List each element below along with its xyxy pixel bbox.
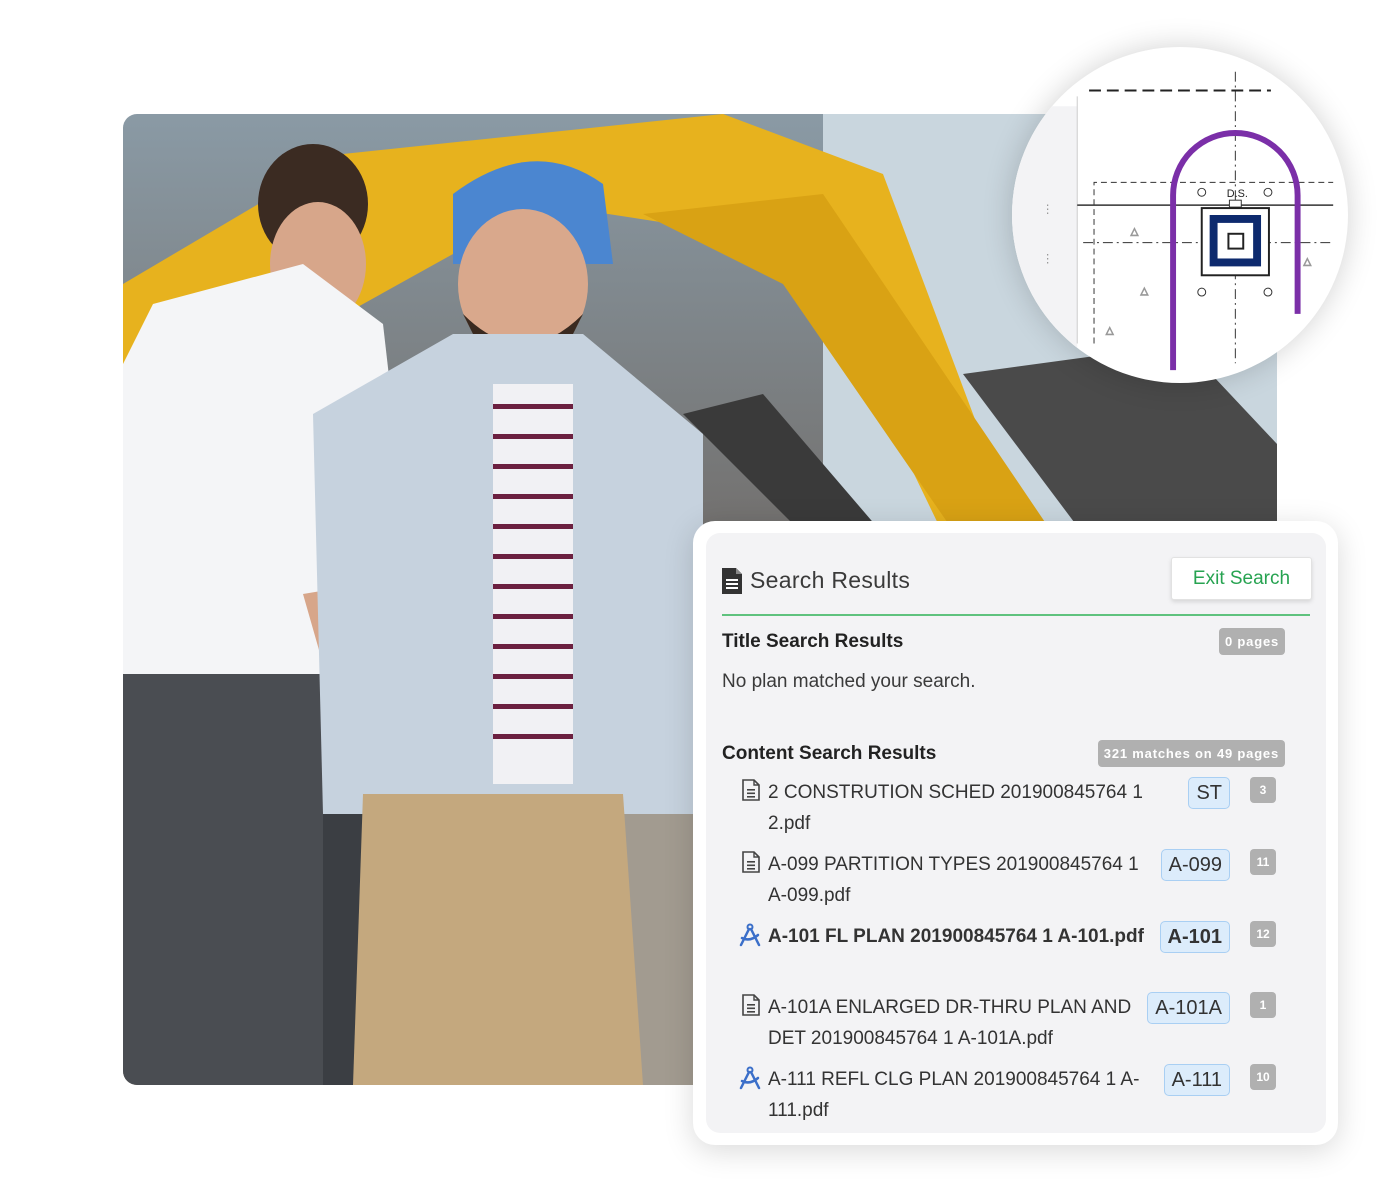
drafting-compass-icon <box>738 1066 762 1095</box>
document-icon <box>742 994 760 1021</box>
sheet-tag[interactable]: A-101 <box>1159 921 1230 953</box>
header-divider <box>722 614 1310 616</box>
result-file-name: 2 CONSTRUTION SCHED 201900845764 1 2.pdf <box>768 782 1143 834</box>
title-search-heading: Title Search Results <box>722 631 904 652</box>
drag-handle-icon: ⋮ <box>1042 202 1054 216</box>
no-results-message: No plan matched your search. <box>722 671 976 692</box>
svg-text:△: △ <box>1106 326 1114 337</box>
blueprint-label: D.S. <box>1227 188 1248 200</box>
result-file-name: A-101A ENLARGED DR-THRU PLAN AND DET 201… <box>768 997 1132 1049</box>
search-results-panel: Search Results Exit Search Title Search … <box>706 533 1326 1133</box>
drafting-compass-icon <box>738 923 762 952</box>
result-file-name: A-099 PARTITION TYPES 201900845764 1 A-0… <box>768 854 1139 906</box>
content-matches-badge: 321 matches on 49 pages <box>1097 740 1285 767</box>
document-icon <box>722 567 742 594</box>
svg-text:△: △ <box>1140 286 1148 297</box>
sheet-tag[interactable]: A-101A <box>1147 992 1230 1024</box>
sheet-tag[interactable]: A-111 <box>1163 1064 1230 1096</box>
svg-text:△: △ <box>1304 256 1312 267</box>
document-icon <box>742 851 760 878</box>
exit-search-button[interactable]: Exit Search <box>1171 557 1312 600</box>
sheet-tag[interactable]: A-099 <box>1160 849 1230 881</box>
sheet-tag[interactable]: ST <box>1188 777 1230 809</box>
content-search-heading: Content Search Results <box>722 743 937 764</box>
match-count-badge: 10 <box>1250 1064 1276 1090</box>
search-result-item[interactable]: 2 CONSTRUTION SCHED 201900845764 1 2.pdf… <box>742 777 1292 841</box>
panel-title: Search Results <box>750 567 911 593</box>
search-result-item[interactable]: A-111 REFL CLG PLAN 201900845764 1 A-111… <box>739 1064 1292 1128</box>
match-count-badge: 11 <box>1250 849 1276 875</box>
blueprint-zoom-detail: ⋮ ⋮ D.S. △ △ △ △ <box>1012 47 1348 383</box>
search-result-item[interactable]: A-101 FL PLAN 201900845764 1 A-101.pdf A-… <box>739 921 1292 985</box>
drag-handle-icon: ⋮ <box>1042 251 1054 265</box>
document-icon <box>742 779 760 806</box>
match-count-badge: 1 <box>1250 992 1276 1018</box>
panel-header: Search Results <box>722 567 910 594</box>
match-count-badge: 3 <box>1250 777 1276 803</box>
search-results-card: Search Results Exit Search Title Search … <box>693 521 1338 1145</box>
svg-text:△: △ <box>1131 227 1139 238</box>
search-result-item[interactable]: A-099 PARTITION TYPES 201900845764 1 A-0… <box>742 849 1292 913</box>
match-count-badge: 12 <box>1250 921 1276 947</box>
result-file-name: A-101 FL PLAN 201900845764 1 A-101.pdf <box>768 926 1144 947</box>
result-file-name: A-111 REFL CLG PLAN 201900845764 1 A-111… <box>768 1069 1140 1121</box>
title-pages-badge: 0 pages <box>1218 628 1285 655</box>
search-result-item[interactable]: A-101A ENLARGED DR-THRU PLAN AND DET 201… <box>742 992 1292 1056</box>
